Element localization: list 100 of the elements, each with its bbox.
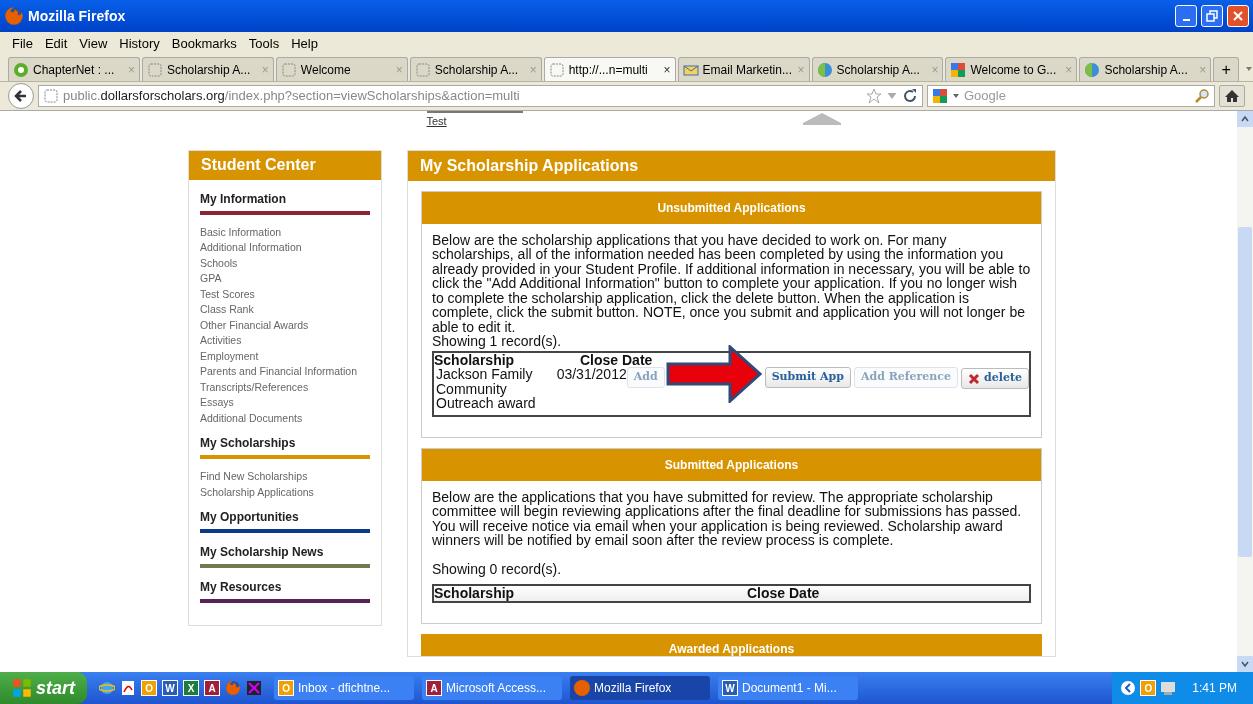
restore-icon bbox=[1206, 10, 1218, 22]
caret-icon[interactable] bbox=[1245, 65, 1253, 73]
delete-button[interactable]: delete bbox=[961, 368, 1029, 389]
column-header: Scholarship bbox=[434, 586, 516, 601]
sidebar-heading[interactable]: My Scholarships bbox=[200, 434, 370, 452]
address-bar[interactable]: public.dollarsforscholars.org/index.php?section=viewScholarships&action=multi bbox=[38, 85, 923, 107]
browser-tab[interactable]: Email Marketin... × bbox=[677, 57, 810, 81]
instructions-text: Below are the scholarship applications that you have decided to work on. For many scholarships, all of the information needed has been completed by using the information you already provided in your Student Profile. If additional information in necessary, you will be able to click the "Add Additional Information" button to complete your application. If you no longer wish to complete the scholarship application, click the delete button. When the application is complete, click the submit button. NOTE, once you submit and application you will not longer be able to edit it. bbox=[432, 232, 1031, 334]
menu-item[interactable]: Bookmarks bbox=[171, 34, 237, 54]
sidebar-link[interactable]: Additional Documents bbox=[200, 410, 370, 426]
scrollbar[interactable] bbox=[1237, 111, 1253, 672]
tab-close-button[interactable]: × bbox=[663, 60, 671, 79]
browser-tab[interactable]: Scholarship A... × bbox=[409, 57, 542, 81]
sidebar-link[interactable]: Essays bbox=[200, 395, 370, 411]
caret-icon[interactable] bbox=[952, 92, 960, 100]
url-text: public.dollarsforscholars.org/index.php?section=viewScholarships&action=multi bbox=[63, 87, 521, 106]
browser-tab[interactable]: Welcome to G... × bbox=[945, 57, 1078, 81]
star-icon[interactable] bbox=[866, 88, 882, 104]
window-label: Inbox - dfichtne... bbox=[298, 680, 391, 697]
app-icon: O bbox=[278, 680, 294, 696]
browser-tab[interactable]: Scholarship A... × bbox=[1079, 57, 1212, 81]
back-button[interactable] bbox=[8, 83, 34, 109]
start-button[interactable]: start bbox=[0, 672, 87, 704]
sidebar-link[interactable]: Find New Scholarships bbox=[200, 469, 370, 485]
app-icon[interactable]: W bbox=[162, 680, 178, 696]
section-title: Unsubmitted Applications bbox=[422, 191, 1041, 224]
test-link[interactable]: Test bbox=[426, 111, 523, 130]
tab-title: http://...n=multi bbox=[568, 61, 649, 79]
taskbar-button[interactable]: O Inbox - dfichtne... bbox=[274, 676, 414, 700]
sidebar-link[interactable]: Activities bbox=[200, 333, 370, 349]
sidebar-link[interactable]: Parents and Financial Information bbox=[200, 364, 370, 380]
tab-title: ChapterNet : ... bbox=[33, 61, 116, 79]
tab-title: Scholarship A... bbox=[434, 61, 520, 79]
window-label: Mozilla Firefox bbox=[594, 680, 672, 697]
app-button[interactable]: Submit App bbox=[764, 367, 851, 388]
sidebar-link[interactable]: Other Financial Awards bbox=[200, 317, 370, 333]
sidebar-heading[interactable]: My Opportunities bbox=[200, 508, 370, 526]
windows-flag-icon bbox=[12, 678, 32, 698]
media-icon[interactable] bbox=[246, 680, 262, 696]
window-label: Document1 - Mi... bbox=[742, 680, 837, 697]
menu-item[interactable]: History bbox=[119, 34, 160, 54]
sidebar-link[interactable]: Test Scores bbox=[200, 286, 370, 302]
firefox-icon bbox=[4, 6, 24, 26]
new-tab-button[interactable]: + bbox=[1213, 57, 1240, 81]
home-icon bbox=[1224, 88, 1240, 104]
clock: 1:41 PM bbox=[1192, 680, 1237, 697]
search-input[interactable]: Google bbox=[964, 86, 1190, 106]
home-button[interactable] bbox=[1219, 85, 1245, 107]
menu-item[interactable]: Tools bbox=[248, 34, 280, 54]
chevron-icon[interactable] bbox=[1120, 680, 1137, 696]
reload-icon[interactable] bbox=[902, 88, 918, 104]
browser-tab[interactable]: ChapterNet : ... × bbox=[8, 57, 140, 81]
tab-title: Scholarship A... bbox=[166, 61, 252, 79]
column-header: Scholarship bbox=[434, 352, 515, 367]
sidebar-link[interactable]: Employment bbox=[200, 348, 370, 364]
tab-title: Scholarship A... bbox=[1104, 61, 1189, 79]
browser-tab[interactable]: http://...n=multi × bbox=[543, 57, 676, 81]
sidebar-heading[interactable]: My Information bbox=[200, 189, 370, 208]
back-arrow-icon bbox=[13, 88, 29, 104]
browser-tab[interactable]: Welcome × bbox=[275, 57, 408, 81]
google-icon bbox=[932, 88, 948, 104]
sidebar-link[interactable]: Additional Information bbox=[200, 240, 370, 256]
taskbar-button[interactable]: A Microsoft Access... bbox=[422, 676, 562, 700]
restore-button[interactable] bbox=[1201, 5, 1223, 27]
monitor-icon[interactable] bbox=[1160, 680, 1177, 696]
menu-item[interactable]: View bbox=[79, 34, 108, 54]
menu-item[interactable]: Help bbox=[291, 34, 318, 54]
browser-tab[interactable]: Scholarship A... × bbox=[811, 57, 944, 81]
sidebar-link[interactable]: Class Rank bbox=[200, 302, 370, 318]
search-icon[interactable] bbox=[1194, 88, 1210, 104]
app-icon[interactable]: A bbox=[204, 680, 220, 696]
app-icon[interactable]: X bbox=[183, 680, 199, 696]
tab-title: Welcome to G... bbox=[970, 61, 1058, 79]
section-title: Awarded Applications bbox=[421, 633, 1042, 656]
sidebar-link[interactable]: Scholarship Applications bbox=[200, 484, 370, 500]
taskbar-button[interactable]: Mozilla Firefox bbox=[570, 676, 710, 700]
minimize-button[interactable] bbox=[1175, 5, 1197, 27]
scroll-down-icon[interactable] bbox=[1241, 660, 1249, 668]
scroll-up-icon[interactable] bbox=[1241, 115, 1249, 123]
sidebar-heading[interactable]: My Scholarship News bbox=[200, 543, 370, 561]
sidebar-link[interactable]: Basic Information bbox=[200, 224, 370, 240]
instructions-text: Below are the applications that you have submitted for review. The appropriate scholarship committee will begin reviewing applications after the final deadline for submissions has passed. You will receive notice via email when your application is being reviewed. Scholarship award winners will be notified by email soon after the review process is complete. bbox=[432, 489, 1023, 548]
sidebar-link[interactable]: Schools bbox=[200, 255, 370, 271]
app-icon: A bbox=[426, 680, 442, 696]
close-button[interactable] bbox=[1227, 5, 1249, 27]
record-count: Showing 1 record(s). bbox=[432, 334, 563, 349]
sidebar-link[interactable]: GPA bbox=[200, 271, 370, 287]
globe-e-icon[interactable] bbox=[99, 680, 115, 696]
menu-item[interactable]: File bbox=[12, 34, 33, 54]
taskbar-button[interactable]: W Document1 - Mi... bbox=[718, 676, 858, 700]
document-icon[interactable] bbox=[120, 680, 136, 696]
table-cell-text: Jackson Family Community Outreach award bbox=[436, 367, 537, 411]
menu-item[interactable]: Edit bbox=[44, 34, 68, 54]
page-icon bbox=[280, 61, 297, 78]
browser-tab[interactable]: Scholarship A... × bbox=[141, 57, 274, 81]
sidebar-link[interactable]: Transcripts/References bbox=[200, 379, 370, 395]
page-icon bbox=[414, 61, 431, 78]
window-label: Microsoft Access... bbox=[446, 680, 547, 697]
sidebar-heading[interactable]: My Resources bbox=[200, 578, 370, 596]
search-bar[interactable]: Google bbox=[927, 85, 1215, 107]
